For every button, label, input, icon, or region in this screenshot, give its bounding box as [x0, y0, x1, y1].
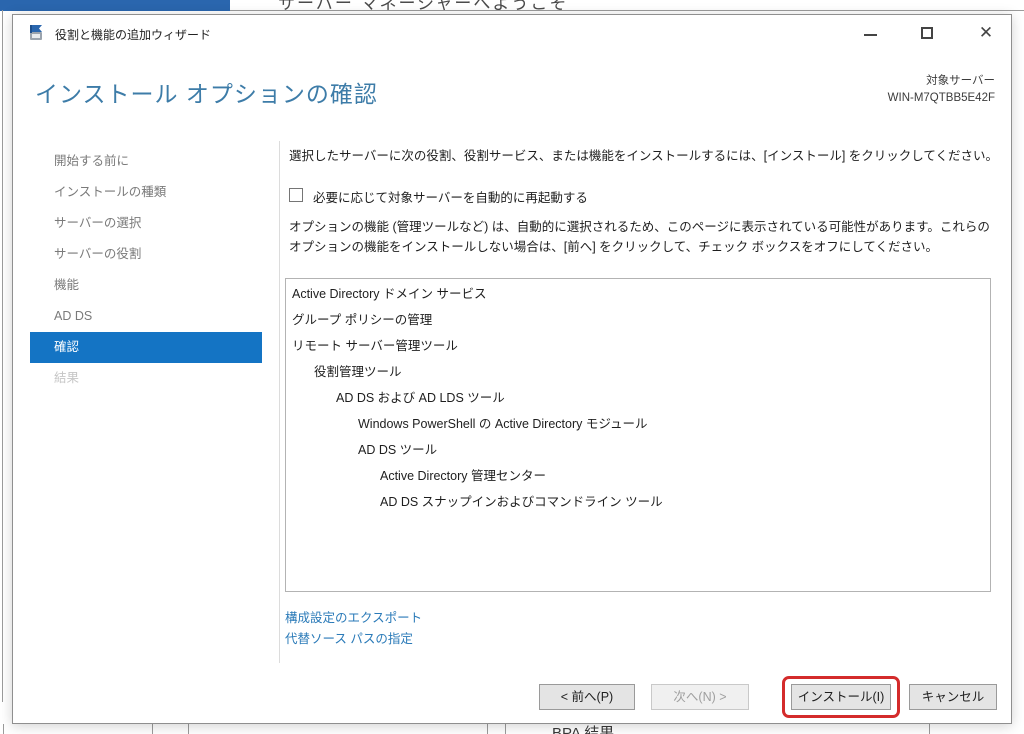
restart-checkbox-row: 必要に応じて対象サーバーを自動的に再起動する — [289, 187, 989, 205]
list-item: AD DS スナップインおよびコマンドライン ツール — [286, 489, 990, 515]
maximize-icon — [921, 27, 933, 39]
list-item: グループ ポリシーの管理 — [286, 307, 990, 333]
nav-step-before-you-begin[interactable]: 開始する前に — [30, 146, 262, 177]
target-server-name: WIN-M7QTBB5E42F — [888, 90, 995, 107]
list-item: Active Directory ドメイン サービス — [286, 281, 990, 307]
nav-step-ad-ds[interactable]: AD DS — [30, 301, 262, 332]
maximize-button[interactable] — [906, 19, 948, 47]
nav-step-installation-type[interactable]: インストールの種類 — [30, 177, 262, 208]
next-button: 次へ(N) > — [651, 684, 749, 710]
add-roles-features-wizard-dialog: 役割と機能の追加ウィザード ✕ インストール オプションの確認 対象サーバー W… — [12, 14, 1012, 724]
window-title: 役割と機能の追加ウィザード — [55, 26, 211, 43]
list-item: リモート サーバー管理ツール — [286, 333, 990, 359]
wizard-icon — [29, 24, 47, 41]
minimize-button[interactable] — [849, 19, 891, 47]
background-grid-line — [929, 724, 930, 734]
list-item: AD DS ツール — [286, 437, 990, 463]
confirmation-instruction: 選択したサーバーに次の役割、役割サービス、または機能をインストールするには、[イ… — [289, 145, 1001, 164]
restart-checkbox-label: 必要に応じて対象サーバーを自動的に再起動する — [313, 187, 588, 206]
optional-features-note: オプションの機能 (管理ツールなど) は、自動的に選択されるため、このページに表… — [289, 217, 1001, 257]
background-grid-line — [188, 724, 189, 734]
sidebar-content-divider — [279, 141, 280, 663]
background-grid-line — [487, 724, 488, 734]
background-grid-line — [3, 724, 4, 734]
wizard-step-nav: 開始する前に インストールの種類 サーバーの選択 サーバーの役割 機能 AD D… — [30, 146, 262, 394]
list-item: AD DS および AD LDS ツール — [286, 385, 990, 411]
list-item: Active Directory 管理センター — [286, 463, 990, 489]
background-blue-bar — [0, 0, 230, 11]
background-top-divider — [230, 10, 1024, 11]
title-bar[interactable]: 役割と機能の追加ウィザード ✕ — [13, 15, 1011, 51]
selected-items-list[interactable]: Active Directory ドメイン サービス グループ ポリシーの管理 … — [285, 278, 991, 592]
nav-step-features[interactable]: 機能 — [30, 270, 262, 301]
page-title: インストール オプションの確認 — [35, 75, 378, 109]
export-configuration-link[interactable]: 構成設定のエクスポート — [285, 607, 422, 626]
list-item: Windows PowerShell の Active Directory モジ… — [286, 411, 990, 437]
specify-alternate-source-path-link[interactable]: 代替ソース パスの指定 — [285, 628, 413, 647]
nav-step-server-roles[interactable]: サーバーの役割 — [30, 239, 262, 270]
list-item: 役割管理ツール — [286, 359, 990, 385]
background-left-border — [2, 10, 3, 702]
close-icon: ✕ — [979, 23, 993, 42]
target-server-block: 対象サーバー WIN-M7QTBB5E42F — [888, 73, 995, 107]
nav-step-results: 結果 — [30, 363, 262, 394]
install-button[interactable]: インストール(I) — [791, 684, 891, 710]
minimize-icon — [864, 34, 877, 36]
nav-step-server-selection[interactable]: サーバーの選択 — [30, 208, 262, 239]
background-grid-line — [152, 724, 153, 734]
target-server-label: 対象サーバー — [888, 73, 995, 90]
cancel-button[interactable]: キャンセル — [909, 684, 997, 710]
previous-button[interactable]: < 前へ(P) — [539, 684, 635, 710]
restart-checkbox[interactable] — [289, 188, 303, 202]
background-grid-line — [505, 724, 506, 734]
close-button[interactable]: ✕ — [965, 19, 1007, 47]
background-clipped-heading: サーバー マネージャーへようこそ — [278, 0, 608, 10]
nav-step-confirmation[interactable]: 確認 — [30, 332, 262, 363]
